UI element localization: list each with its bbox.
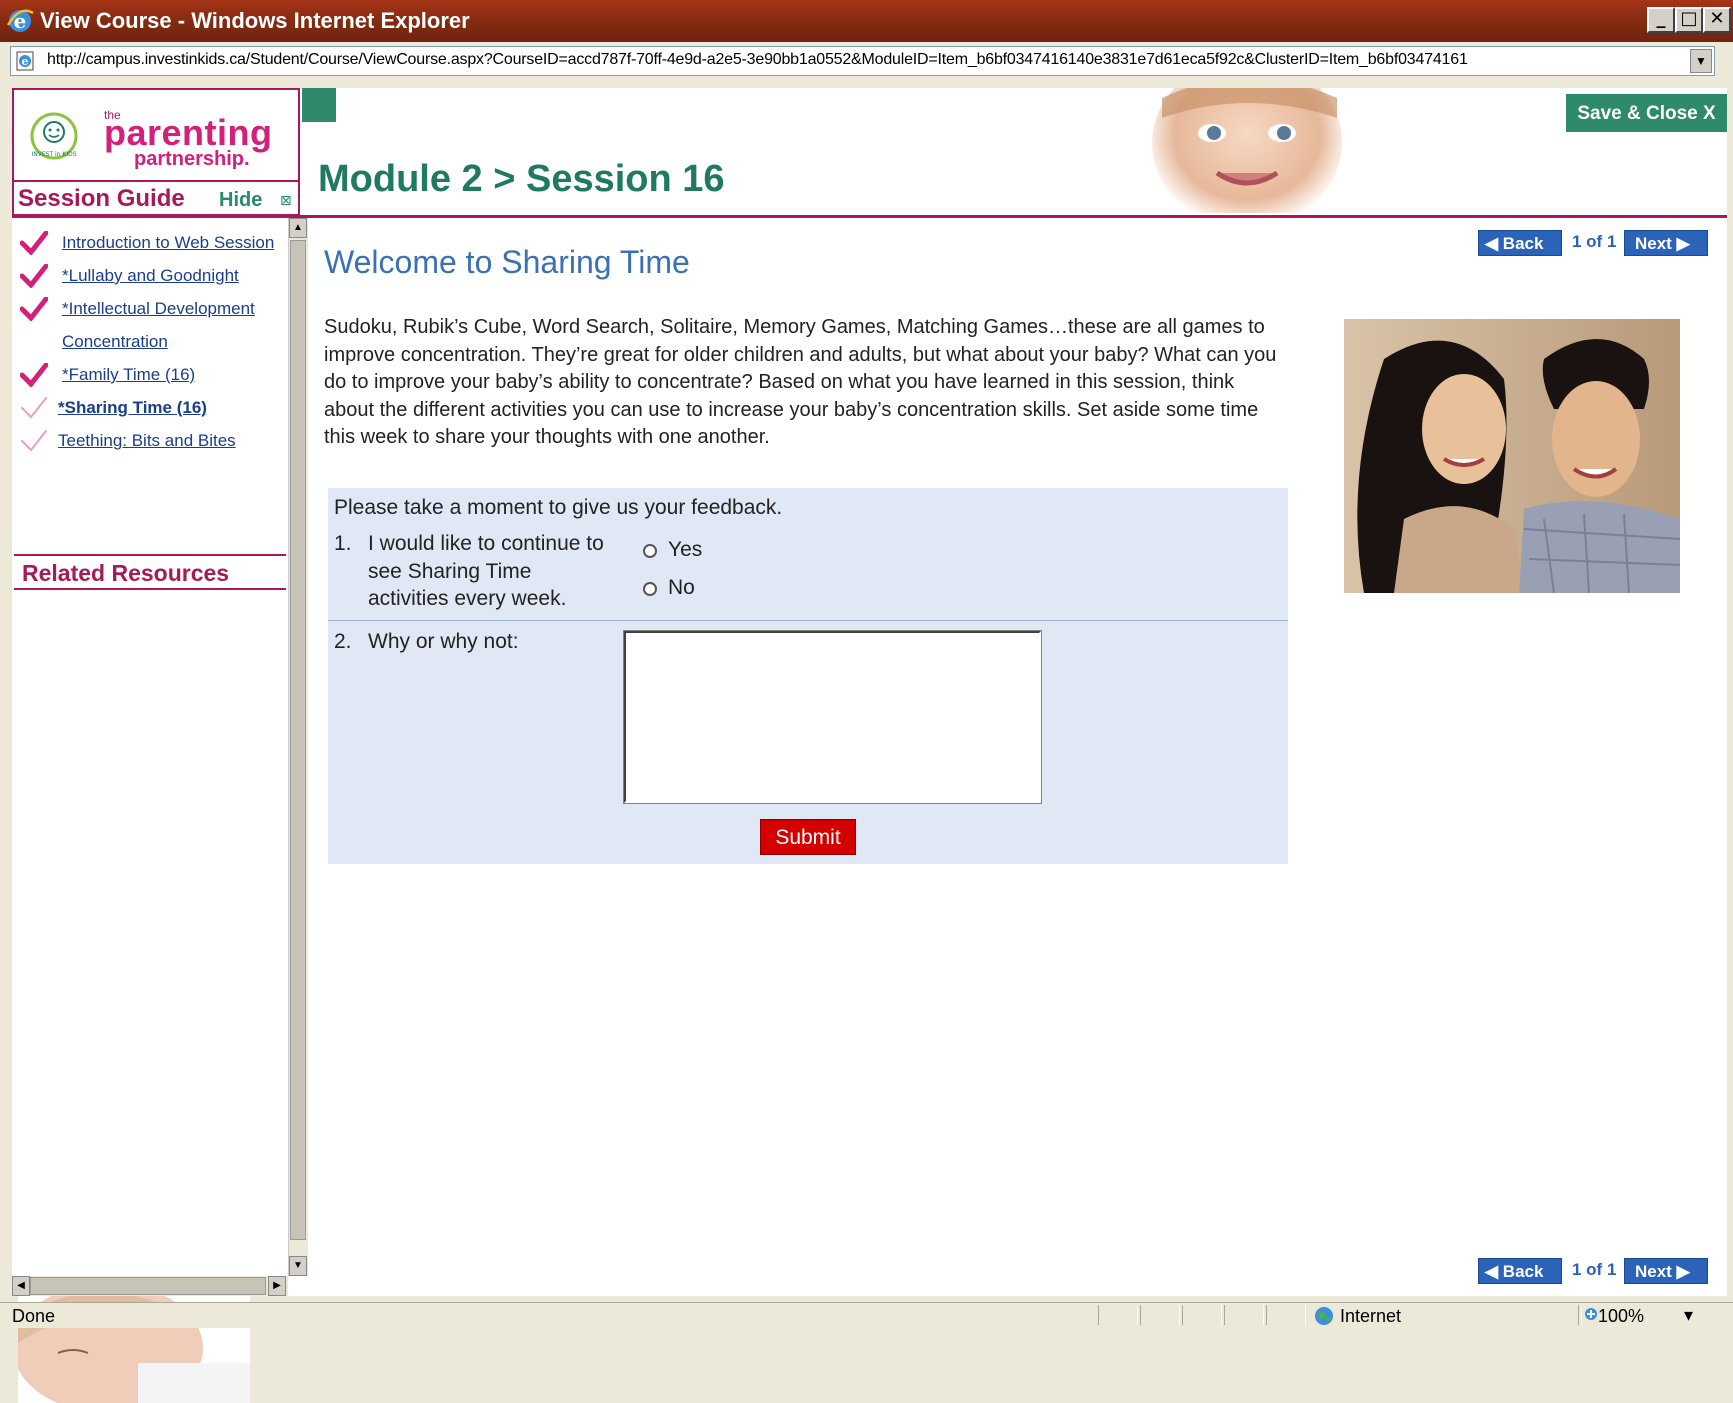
close-window-button[interactable]: ✕ [1703, 7, 1731, 33]
security-zone: Internet [1340, 1306, 1402, 1326]
submit-button[interactable]: Submit [760, 819, 856, 855]
next-button[interactable]: Next ▶ [1624, 230, 1708, 256]
scroll-right-icon[interactable]: ▶ [268, 1276, 286, 1296]
sidebar-item-label[interactable]: *Sharing Time (16) [58, 398, 207, 418]
divider [328, 620, 1288, 621]
scroll-thumb[interactable] [30, 1277, 266, 1295]
svg-text:INVEST in KIDS: INVEST in KIDS [31, 151, 76, 158]
window-title: View Course - Windows Internet Explorer [40, 8, 470, 33]
page-count: 1 of 1 [1572, 1260, 1617, 1279]
globe-icon [1315, 1307, 1333, 1325]
feedback-intro: Please take a moment to give us your fee… [334, 496, 783, 519]
sidebar-item-label[interactable]: Concentration [62, 332, 168, 352]
page-icon: e [16, 51, 34, 71]
page-heading: Welcome to Sharing Time [324, 244, 690, 280]
address-url: http://campus.investinkids.ca/Student/Co… [47, 51, 1468, 68]
why-textarea[interactable] [623, 630, 1042, 804]
minimize-button[interactable]: _ [1647, 7, 1675, 33]
scroll-thumb[interactable] [290, 240, 306, 1240]
sidebar-horizontal-scrollbar[interactable]: ◀ ▶ [12, 1276, 288, 1296]
scroll-up-icon[interactable]: ▲ [289, 218, 307, 238]
next-button[interactable]: Next ▶ [1624, 1258, 1708, 1284]
main-content: ◀ Back 1 of 1 Next ▶ Welcome to Sharing … [308, 218, 1727, 1296]
checkmark-icon [20, 297, 48, 321]
zoom-level[interactable]: 100% [1598, 1306, 1644, 1327]
checkmark-icon [20, 363, 48, 387]
scroll-down-icon[interactable]: ▼ [289, 1256, 307, 1276]
back-button[interactable]: ◀ Back [1478, 230, 1562, 256]
sidebar-vertical-scrollbar[interactable]: ▲ ▼ [288, 218, 308, 1276]
internet-explorer-icon: e [6, 9, 34, 33]
session-guide-title: Session Guide [18, 185, 185, 212]
related-resources-label: Related Resources [22, 560, 230, 586]
intro-paragraph: Sudoku, Rubik’s Cube, Word Search, Solit… [324, 316, 1277, 448]
session-guide-bar: Session Guide Hide ⊠ [12, 180, 300, 216]
sidebar-item-label[interactable]: *Intellectual Development [62, 299, 255, 319]
session-guide-sidebar: Introduction to Web Session *Lullaby and… [12, 218, 288, 1403]
sidebar-item-label[interactable]: Teething: Bits and Bites [58, 431, 236, 451]
header-accent [302, 88, 336, 122]
status-separator [1578, 1305, 1582, 1325]
question-2-text: Why or why not: [368, 630, 519, 653]
baby-face-photo [1102, 88, 1382, 213]
status-cell [1140, 1305, 1180, 1325]
radio-yes-label[interactable]: Yes [668, 538, 702, 562]
sidebar-item-label[interactable]: Introduction to Web Session [62, 233, 274, 253]
status-cell [1182, 1305, 1222, 1325]
save-close-button[interactable]: Save & Close X [1566, 94, 1727, 132]
sidebar-item-label[interactable]: *Family Time (16) [62, 365, 195, 385]
feedback-form: Please take a moment to give us your fee… [328, 488, 1288, 864]
status-cell [1266, 1305, 1306, 1325]
status-cell [1098, 1305, 1138, 1325]
status-text: Done [12, 1306, 56, 1326]
zoom-dropdown-icon[interactable]: ▾ [1684, 1305, 1693, 1326]
parenting-partnership-logo: INVEST in KIDS the parenting partnership… [12, 88, 300, 184]
invest-in-kids-seal-icon: INVEST in KIDS [30, 112, 78, 160]
couple-photo [1344, 319, 1680, 593]
status-cell [1224, 1305, 1264, 1325]
question-1-text: I would like to continue to see Sharing … [368, 532, 604, 610]
related-resources-header[interactable]: Related Resources [14, 554, 286, 590]
window-title-bar[interactable]: e View Course - Windows Internet Explore… [0, 0, 1733, 42]
hide-sidebar-link[interactable]: Hide [219, 189, 262, 212]
radio-no-label[interactable]: No [668, 576, 695, 600]
page-count: 1 of 1 [1572, 232, 1617, 251]
svg-text:e: e [22, 55, 29, 68]
radio-yes[interactable] [643, 544, 657, 558]
maximize-button[interactable]: □ [1675, 7, 1703, 33]
question-2-number: 2. [334, 630, 352, 653]
address-field[interactable]: e http://campus.investinkids.ca/Student/… [10, 46, 1715, 76]
hide-box-icon[interactable]: ⊠ [280, 193, 292, 209]
question-1-number: 1. [334, 532, 352, 555]
outline-checkmark-icon [21, 430, 47, 452]
course-header: INVEST in KIDS the parenting partnership… [12, 88, 1727, 218]
sidebar-item-label[interactable]: *Lullaby and Goodnight [62, 266, 239, 286]
checkmark-icon [20, 231, 48, 255]
module-title: Module 2 > Session 16 [318, 158, 725, 200]
address-dropdown-icon[interactable]: ▼ [1690, 49, 1712, 73]
back-button[interactable]: ◀ Back [1478, 1258, 1562, 1284]
scroll-left-icon[interactable]: ◀ [12, 1276, 30, 1296]
course-frame: INVEST in KIDS the parenting partnership… [12, 88, 1727, 1403]
checkmark-icon [20, 264, 48, 288]
address-bar: e http://campus.investinkids.ca/Student/… [0, 42, 1733, 80]
status-bar: Done Internet 100% ▾ [0, 1302, 1733, 1328]
outline-checkmark-icon [21, 397, 47, 419]
logo-partnership: partnership. [134, 148, 250, 170]
radio-no[interactable] [643, 582, 657, 596]
